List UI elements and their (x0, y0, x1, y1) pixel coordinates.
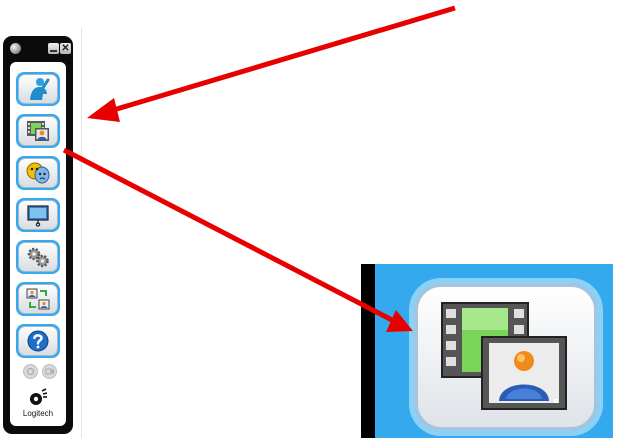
arrow-to-button (87, 5, 456, 122)
arrow-to-zoom (62, 147, 413, 332)
annotation-arrows (62, 5, 456, 332)
